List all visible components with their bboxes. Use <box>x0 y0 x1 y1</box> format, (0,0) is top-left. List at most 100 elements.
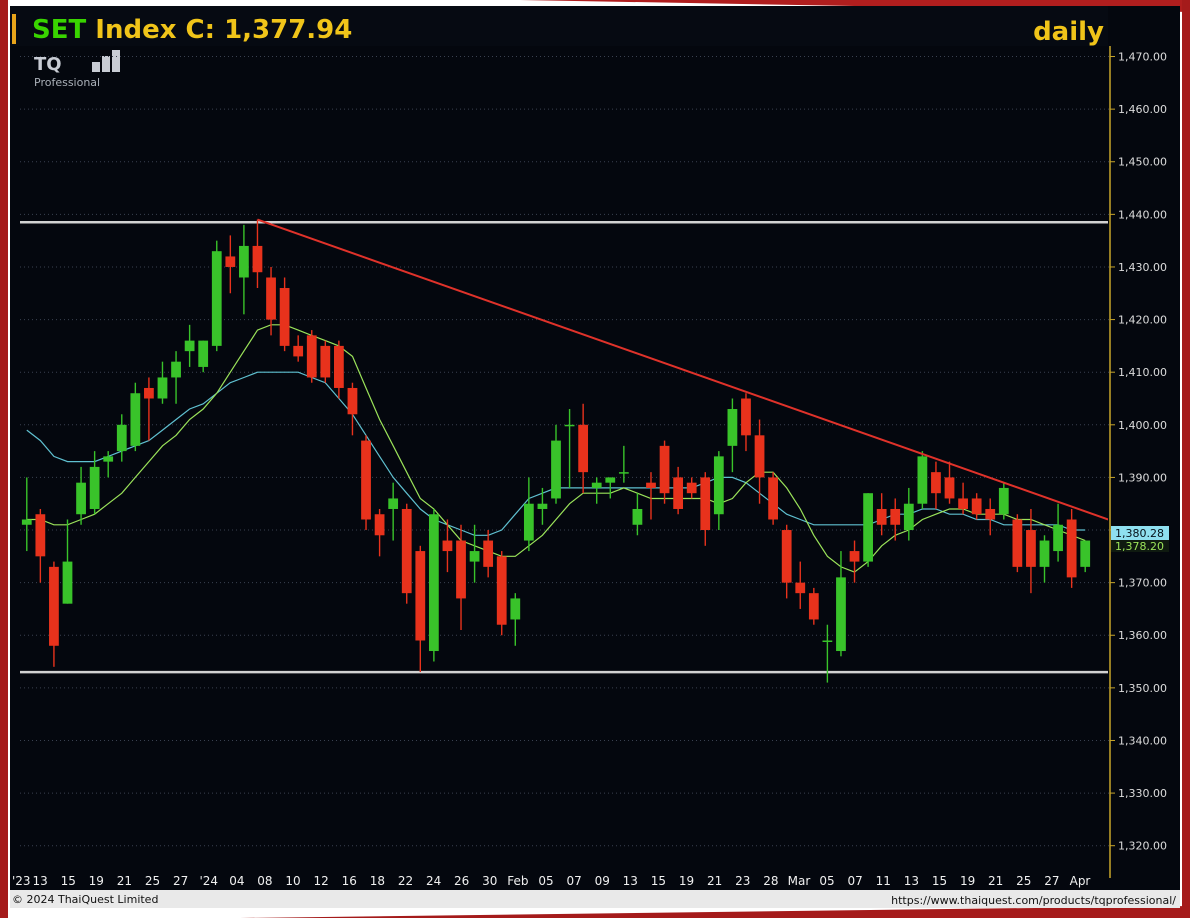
x-tick-label: 27 <box>173 874 188 888</box>
x-tick-label: 12 <box>314 874 329 888</box>
price-tag-ma-long: 1,380.28 <box>1111 526 1169 540</box>
x-tick-label: 07 <box>566 874 581 888</box>
candle-body <box>157 377 168 399</box>
candle-body <box>903 503 914 531</box>
footer-copyright: © 2024 ThaiQuest Limited <box>12 893 158 906</box>
y-tick-label: 1,330.00 <box>1118 787 1167 800</box>
x-tick-label: 15 <box>61 874 76 888</box>
candle-body <box>646 482 656 488</box>
candle-body <box>741 398 751 436</box>
candle <box>279 277 290 352</box>
candle-body <box>754 435 765 478</box>
candle-body <box>388 498 399 509</box>
x-tick-label: 21 <box>117 874 132 888</box>
candle-body <box>184 340 195 352</box>
logo-mark: TQ <box>34 54 62 75</box>
candle <box>863 493 873 567</box>
candle <box>917 451 928 509</box>
y-tick-label: 1,460.00 <box>1118 103 1167 116</box>
candle-body <box>306 335 317 378</box>
candle-body <box>673 477 684 509</box>
candle-body <box>496 556 507 625</box>
candle <box>1066 508 1077 588</box>
candle-body <box>564 424 575 427</box>
candle-body <box>469 551 480 562</box>
candle-body <box>35 514 46 557</box>
candle-body <box>781 530 792 583</box>
x-tick-label: 15 <box>932 874 947 888</box>
y-tick-label: 1,410.00 <box>1118 366 1167 379</box>
y-tick-label: 1,370.00 <box>1118 577 1167 590</box>
y-tick-label: 1,340.00 <box>1118 734 1167 747</box>
x-tick-label: 08 <box>257 874 272 888</box>
candle-body <box>931 472 941 494</box>
x-tick-label: 27 <box>1044 874 1059 888</box>
candle-body <box>618 472 629 474</box>
price-tag-ma-short: 1,378.20 <box>1111 540 1169 553</box>
x-tick-label: 21 <box>988 874 1003 888</box>
candle-body <box>700 477 711 531</box>
x-tick-label: '23 <box>12 874 31 888</box>
candle-body <box>252 245 263 273</box>
y-axis-panel <box>1110 46 1180 878</box>
candle <box>808 587 819 625</box>
candle-body <box>279 288 290 346</box>
x-tick-label: 28 <box>763 874 778 888</box>
candle <box>306 330 317 383</box>
candle-body <box>849 551 860 562</box>
candle-body <box>211 251 222 346</box>
x-tick-label: Feb <box>507 874 528 888</box>
candle-body <box>958 498 968 509</box>
x-tick-label: 07 <box>848 874 863 888</box>
y-tick-label: 1,360.00 <box>1118 629 1167 642</box>
candle-body <box>21 519 32 525</box>
candle-body <box>795 582 806 594</box>
x-tick-label: 26 <box>454 874 469 888</box>
price-tag-ma-long-text: 1,380.28 <box>1115 527 1164 540</box>
x-tick-label: 19 <box>679 874 694 888</box>
candle-body <box>334 345 344 388</box>
y-tick-label: 1,470.00 <box>1118 51 1167 64</box>
candle-body <box>1026 530 1036 567</box>
candle-body <box>225 256 236 267</box>
candle-body <box>266 277 276 320</box>
candle-body <box>442 540 453 552</box>
x-tick-label: 23 <box>735 874 750 888</box>
candle-body <box>171 361 181 378</box>
candle-body <box>198 340 209 367</box>
x-tick-label: 13 <box>904 874 919 888</box>
candle <box>428 508 439 662</box>
candle-body <box>944 477 955 499</box>
candle-body <box>374 514 385 536</box>
candle-body <box>727 409 738 446</box>
candle-body <box>551 440 561 499</box>
x-tick-label: 16 <box>342 874 357 888</box>
x-tick-label: 19 <box>960 874 975 888</box>
candle-body <box>428 514 439 652</box>
chart-background <box>10 6 1180 908</box>
candle <box>401 503 412 604</box>
candle-body <box>863 493 873 562</box>
x-tick-label: 19 <box>89 874 104 888</box>
candle-body <box>1012 519 1023 567</box>
candle-body <box>686 482 697 494</box>
footer-url: https://www.thaiquest.com/products/tqpro… <box>891 894 1176 907</box>
x-tick-label: 05 <box>819 874 834 888</box>
candle-body <box>347 387 358 415</box>
candle-body <box>49 566 59 646</box>
candle-body <box>537 503 548 509</box>
y-tick-label: 1,450.00 <box>1118 156 1167 169</box>
x-tick-label: 05 <box>538 874 553 888</box>
candle-body <box>76 482 86 515</box>
candle-body <box>632 508 643 525</box>
price-tag-ma-short-text: 1,378.20 <box>1115 540 1164 553</box>
title-accent-bar <box>12 14 16 44</box>
x-tick-label: Mar <box>788 874 811 888</box>
candle-body <box>998 487 1009 515</box>
candle-body <box>1039 540 1050 567</box>
x-tick-label: 24 <box>426 874 441 888</box>
candle-body <box>415 551 426 641</box>
x-tick-label: '24 <box>199 874 218 888</box>
candle-body <box>1080 540 1091 567</box>
x-tick-label: 13 <box>32 874 47 888</box>
